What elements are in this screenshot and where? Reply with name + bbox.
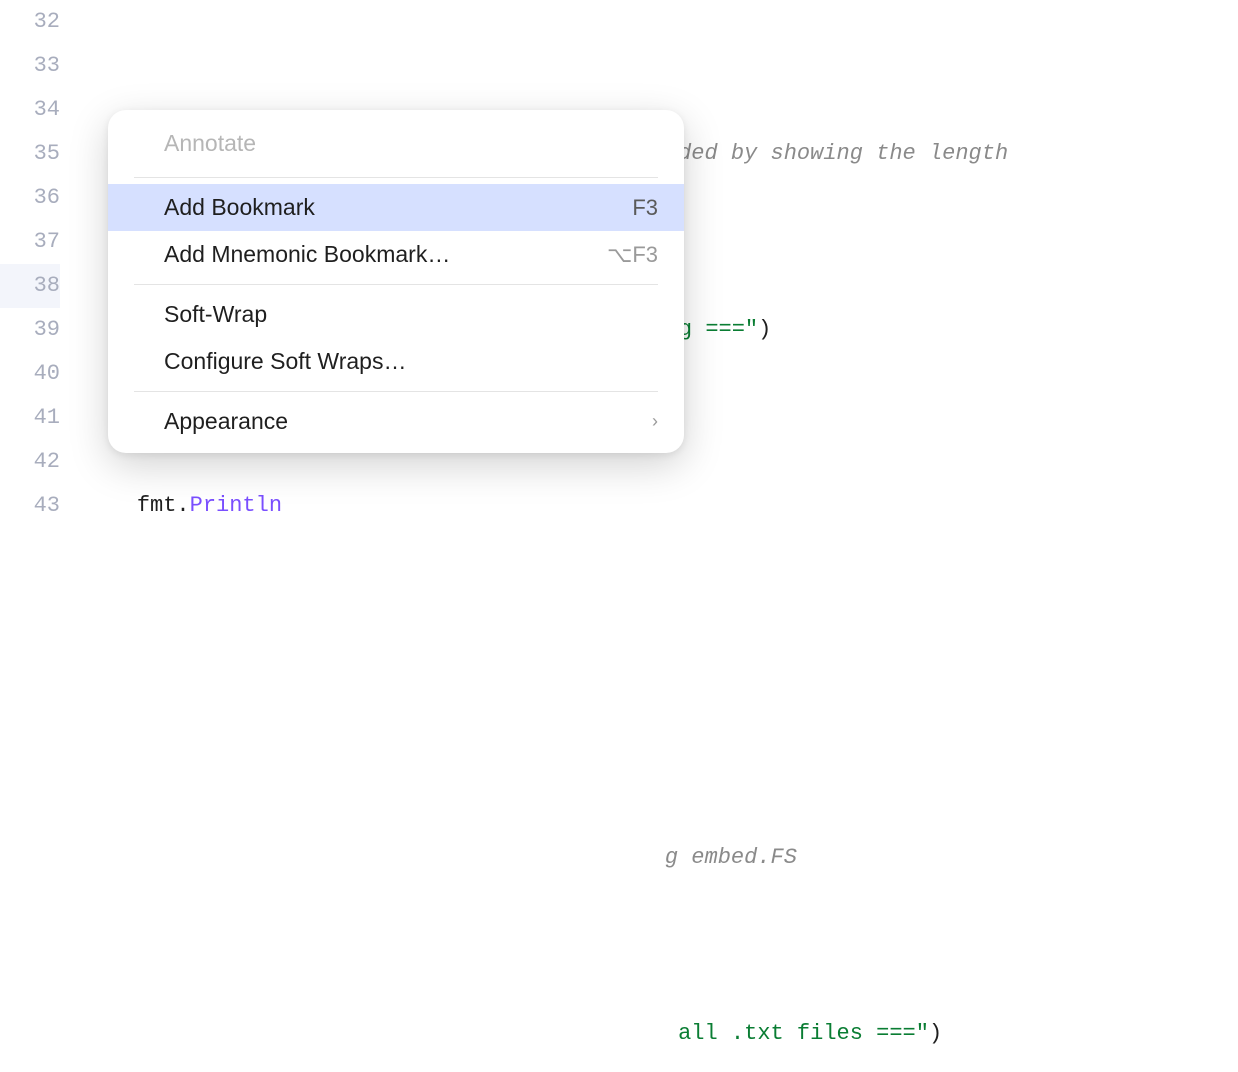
menu-item-add-bookmark[interactable]: Add Bookmark F3 — [108, 184, 684, 231]
menu-item-label: Soft-Wrap — [164, 301, 267, 328]
indent — [84, 484, 137, 528]
line-number: 40 — [0, 352, 60, 396]
menu-separator — [134, 177, 658, 178]
line-number: 33 — [0, 44, 60, 88]
code-line: XXXXXXXXXXXXXXXXXXXXXXXXXXXXXXXXXXXXXXXX… — [84, 836, 1238, 880]
line-number: 36 — [0, 176, 60, 220]
line-number: 38 — [0, 264, 60, 308]
line-number: 42 — [0, 440, 60, 484]
line-number-gutter[interactable]: 32 33 34 35 36 37 38 39 40 41 42 43 — [0, 0, 84, 536]
line-number: 37 — [0, 220, 60, 264]
comment-tail: g embed.FS — [665, 836, 797, 880]
menu-item-label: Add Mnemonic Bookmark… — [164, 241, 450, 268]
menu-separator — [134, 284, 658, 285]
paren-close: ) — [758, 308, 771, 352]
menu-item-label: Appearance — [164, 408, 288, 435]
code-line: fmt.Println — [84, 484, 1238, 528]
menu-item-appearance[interactable]: Appearance › — [108, 398, 684, 445]
paren-close: ) — [929, 1012, 942, 1056]
line-number: 41 — [0, 396, 60, 440]
code-line: XXXXXXXXXXXXXXXXXXXXXXXXXXXXXXXXXXXXXXXX… — [84, 1012, 1238, 1056]
menu-item-annotate: Annotate — [108, 118, 684, 171]
line-number: 32 — [0, 0, 60, 44]
menu-item-label: Configure Soft Wraps… — [164, 348, 406, 375]
package-ref: fmt — [137, 484, 177, 528]
gutter-context-menu: Annotate Add Bookmark F3 Add Mnemonic Bo… — [108, 110, 684, 453]
dot: . — [176, 484, 189, 528]
menu-item-soft-wrap[interactable]: Soft-Wrap — [108, 291, 684, 338]
line-number: 35 — [0, 132, 60, 176]
menu-separator — [134, 391, 658, 392]
chevron-right-icon: › — [652, 411, 658, 432]
func-call: Println — [190, 484, 282, 528]
line-number: 39 — [0, 308, 60, 352]
menu-item-configure-soft-wraps[interactable]: Configure Soft Wraps… — [108, 338, 684, 385]
menu-item-shortcut: F3 — [632, 195, 658, 221]
line-number: 34 — [0, 88, 60, 132]
string-tail: all .txt files ===" — [665, 1012, 929, 1056]
code-line — [84, 660, 1238, 704]
menu-item-shortcut: ⌥F3 — [607, 242, 658, 268]
code-editor: 32 33 34 35 36 37 38 39 40 41 42 43 // D… — [0, 0, 1238, 536]
line-number: 43 — [0, 484, 60, 528]
menu-item-add-mnemonic-bookmark[interactable]: Add Mnemonic Bookmark… ⌥F3 — [108, 231, 684, 278]
menu-item-label: Add Bookmark — [164, 194, 315, 221]
